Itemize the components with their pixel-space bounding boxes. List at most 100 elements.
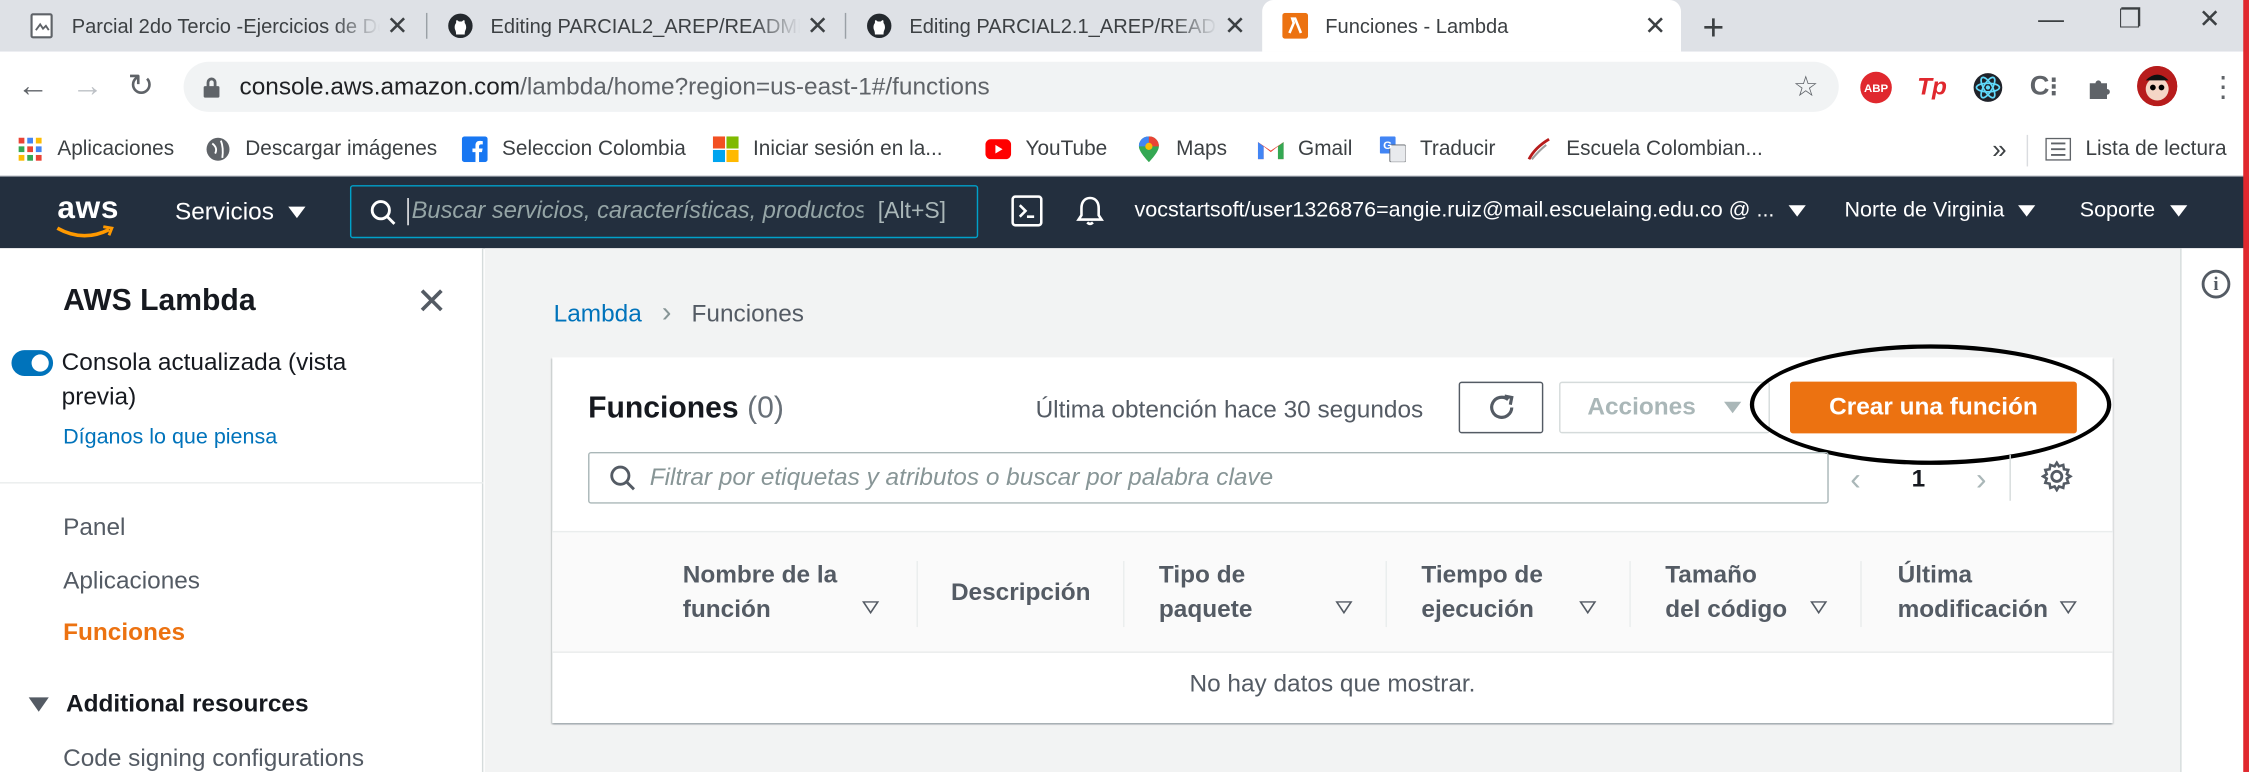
sidebar-item-panel[interactable]: Panel [63, 514, 125, 543]
reload-icon[interactable]: ↻ [128, 67, 154, 104]
sidebar-item-funciones[interactable]: Funciones [63, 618, 185, 647]
reading-list-label: Lista de lectura [2085, 137, 2227, 161]
filter-box[interactable] [588, 451, 1829, 504]
bookmark-seleccion[interactable]: Seleccion Colombia [461, 132, 686, 166]
bookmark-label: Iniciar sesión en la... [753, 137, 943, 161]
column-divider [1860, 561, 1862, 628]
aws-lambda-icon [1282, 12, 1309, 39]
search-shortcut: [Alt+S] [877, 198, 947, 224]
bookmark-youtube[interactable]: YouTube [985, 132, 1107, 166]
sort-icon[interactable] [862, 601, 880, 615]
notifications-bell-icon[interactable] [1076, 195, 1105, 227]
sort-icon[interactable] [1810, 601, 1828, 615]
actions-dropdown[interactable]: Acciones [1559, 381, 1770, 434]
caret-down-icon [2018, 204, 2036, 216]
bookmark-label: Aplicaciones [57, 137, 175, 161]
bookmarks-overflow-icon[interactable]: » [1992, 132, 2006, 166]
puzzle-extensions-icon[interactable] [2084, 71, 2116, 104]
address-bar[interactable]: console.aws.amazon.com/lambda/home?regio… [183, 61, 1839, 112]
caret-down-icon [28, 697, 49, 712]
chevron-right-icon[interactable]: › [1976, 461, 1987, 498]
column-header-code-size[interactable]: Tamaño del código [1665, 558, 1828, 627]
console-toggle[interactable] [11, 350, 54, 376]
page-number[interactable]: 1 [1912, 465, 1926, 494]
react-extension-icon[interactable] [1972, 71, 2004, 104]
info-icon[interactable]: i [2201, 269, 2231, 299]
additional-resources-section[interactable]: Additional resources [28, 690, 309, 719]
feedback-link[interactable]: Díganos lo que piensa [63, 425, 277, 449]
close-icon[interactable]: ✕ [1638, 11, 1672, 41]
tab-github-2[interactable]: Editing PARCIAL2.1_AREP/README.md ✕ [846, 0, 1261, 52]
caret-down-icon [2169, 204, 2187, 216]
bookmark-traducir[interactable]: G Traducir [1379, 132, 1495, 166]
tab-docs[interactable]: Parcial 2do Tercio -Ejercicios de Docker… [9, 0, 424, 52]
refresh-icon [1489, 394, 1513, 419]
column-header-last-modified[interactable]: Última modificación [1897, 558, 2077, 627]
close-icon[interactable]: ✕ [380, 11, 414, 41]
aws-search-input[interactable] [407, 198, 864, 226]
column-header-name[interactable]: Nombre de la función [683, 558, 880, 627]
svg-text:G: G [1383, 140, 1392, 152]
caret-down-icon [1724, 401, 1742, 414]
bookmark-gmail[interactable]: Gmail [1257, 132, 1353, 166]
gear-icon[interactable] [2040, 460, 2073, 500]
create-function-button[interactable]: Crear una función [1790, 381, 2077, 434]
region-menu[interactable]: Norte de Virginia [1845, 198, 2036, 222]
chevron-left-icon[interactable]: ‹ [1850, 461, 1861, 498]
youtube-icon [985, 136, 1012, 162]
aws-logo[interactable]: aws [56, 189, 119, 238]
column-header-line: paquete [1158, 595, 1253, 623]
sort-icon[interactable] [1335, 601, 1353, 615]
profile-avatar[interactable] [2137, 66, 2178, 107]
forward-icon[interactable]: → [72, 67, 104, 104]
bookmark-label: Gmail [1298, 137, 1353, 161]
gmail-icon [1257, 136, 1284, 162]
reading-list[interactable]: Lista de lectura [2045, 132, 2227, 166]
services-menu[interactable]: Servicios [175, 198, 306, 227]
adblock-extension-icon[interactable]: ABP [1860, 71, 1892, 104]
sort-icon[interactable] [2059, 601, 2077, 615]
sidebar-item-code-signing[interactable]: Code signing configurations [63, 745, 364, 772]
column-divider [1385, 561, 1387, 628]
column-divider [1629, 561, 1631, 628]
aws-search-box[interactable]: [Alt+S] [349, 185, 979, 239]
close-icon[interactable]: ✕ [800, 11, 834, 41]
sidebar-item-aplicaciones[interactable]: Aplicaciones [63, 567, 200, 596]
bookmark-microsoft[interactable]: Iniciar sesión en la... [712, 132, 943, 166]
breadcrumb-current: Funciones [691, 299, 804, 327]
tab-github-1[interactable]: Editing PARCIAL2_AREP/README.md ✕ [427, 0, 843, 52]
column-header-line: Descripción [950, 578, 1091, 606]
globe-icon [205, 136, 231, 162]
code-extension-icon[interactable]: C ⁝ [2028, 71, 2060, 104]
column-header-line: modificación [1897, 595, 2048, 623]
tab-lambda[interactable]: Funciones - Lambda ✕ [1262, 0, 1681, 52]
tab-title: Editing PARCIAL2_AREP/README.md [490, 14, 801, 38]
minimize-icon[interactable]: — [2038, 4, 2064, 34]
window-close-icon[interactable]: ✕ [2199, 4, 2221, 34]
cloudshell-icon[interactable] [1011, 195, 1043, 227]
browser-menu-icon[interactable]: ⋮ [2209, 69, 2238, 105]
close-icon[interactable]: ✕ [1218, 11, 1252, 41]
bookmark-label: Maps [1176, 137, 1227, 161]
restore-icon[interactable]: ❐ [2118, 4, 2141, 34]
bookmark-maps[interactable]: Maps [1136, 132, 1227, 166]
bookmark-aplicaciones[interactable]: Aplicaciones [17, 132, 174, 166]
extension-label: C [2029, 71, 2050, 102]
breadcrumb-lambda[interactable]: Lambda [554, 299, 642, 328]
support-menu[interactable]: Soporte [2080, 198, 2187, 222]
column-header-package-type[interactable]: Tipo de paquete [1158, 558, 1353, 627]
bookmark-star-icon[interactable]: ☆ [1793, 69, 1819, 105]
overflow-label: » [1992, 134, 2007, 163]
sort-icon[interactable] [1579, 601, 1597, 615]
tp-extension-icon[interactable]: Tp [1916, 71, 1948, 104]
column-header-runtime[interactable]: Tiempo de ejecución [1421, 558, 1597, 627]
refresh-button[interactable] [1458, 381, 1544, 434]
back-icon[interactable]: ← [17, 67, 49, 104]
bookmark-descargar[interactable]: Descargar imágenes [205, 132, 437, 166]
bookmark-escuela[interactable]: Escuela Colombian... [1526, 132, 1763, 166]
main-content: Lambda › Funciones Funciones (0) Última … [484, 248, 2181, 772]
new-tab-icon[interactable]: + [1703, 6, 1725, 50]
close-icon[interactable]: ✕ [416, 280, 447, 324]
account-menu[interactable]: vocstartsoft/user1326876=angie.ruiz@mail… [1135, 198, 1806, 222]
filter-input[interactable] [649, 463, 1798, 493]
